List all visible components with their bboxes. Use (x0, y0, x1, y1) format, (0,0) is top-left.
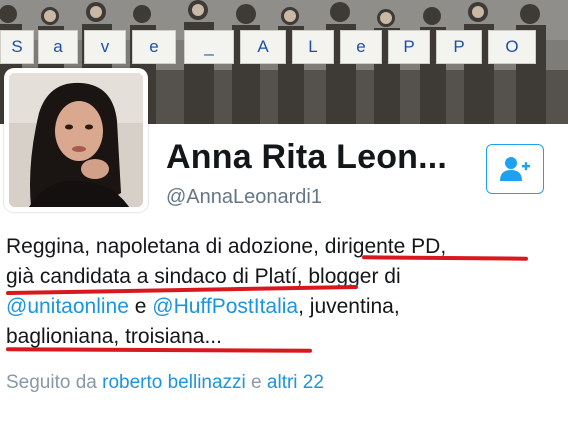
bio-text-highlighted: baglioniana, troisiana... (6, 325, 222, 348)
sign-letter: e (340, 30, 382, 64)
bio-text: Reggina, napoletana di adozione, (6, 235, 325, 258)
mention-link[interactable]: @unitaonline (6, 295, 129, 318)
bio-line: @unitaonline e @HuffPostItalia, juventin… (6, 292, 556, 322)
user-handle[interactable]: @AnnaLeonardi1 (166, 186, 322, 209)
sign-letter: S (0, 30, 34, 64)
sign-letter: L (292, 30, 334, 64)
bio-text-highlighted: candidata a sindaco di Platí, (39, 265, 303, 288)
sign-letter: P (388, 30, 430, 64)
avatar[interactable] (4, 68, 148, 212)
sign-letter: O (488, 30, 536, 64)
sign-letter: P (436, 30, 482, 64)
bio-text: e (128, 295, 153, 318)
follow-button[interactable] (486, 144, 544, 194)
add-user-icon (500, 157, 530, 181)
sign-letter: _ (184, 30, 234, 64)
avatar-photo (9, 73, 143, 207)
sign-letter: e (132, 30, 176, 64)
bio-text: già (6, 265, 40, 288)
sign-letter: a (38, 30, 78, 64)
followed-by: Seguito da roberto bellinazzi e altri 22 (6, 372, 324, 394)
follower-link[interactable]: roberto bellinazzi (102, 372, 246, 393)
mention-link[interactable]: @HuffPostItalia (152, 295, 298, 318)
bio-text: , juventina, (298, 295, 400, 318)
others-link[interactable]: altri 22 (267, 372, 324, 393)
sign-letter: v (84, 30, 126, 64)
followed-by-prefix: Seguito da (6, 372, 103, 393)
sign-letter: A (240, 30, 286, 64)
display-name[interactable]: Anna Rita Leon... (166, 138, 447, 177)
followed-by-joiner: e (245, 372, 267, 393)
